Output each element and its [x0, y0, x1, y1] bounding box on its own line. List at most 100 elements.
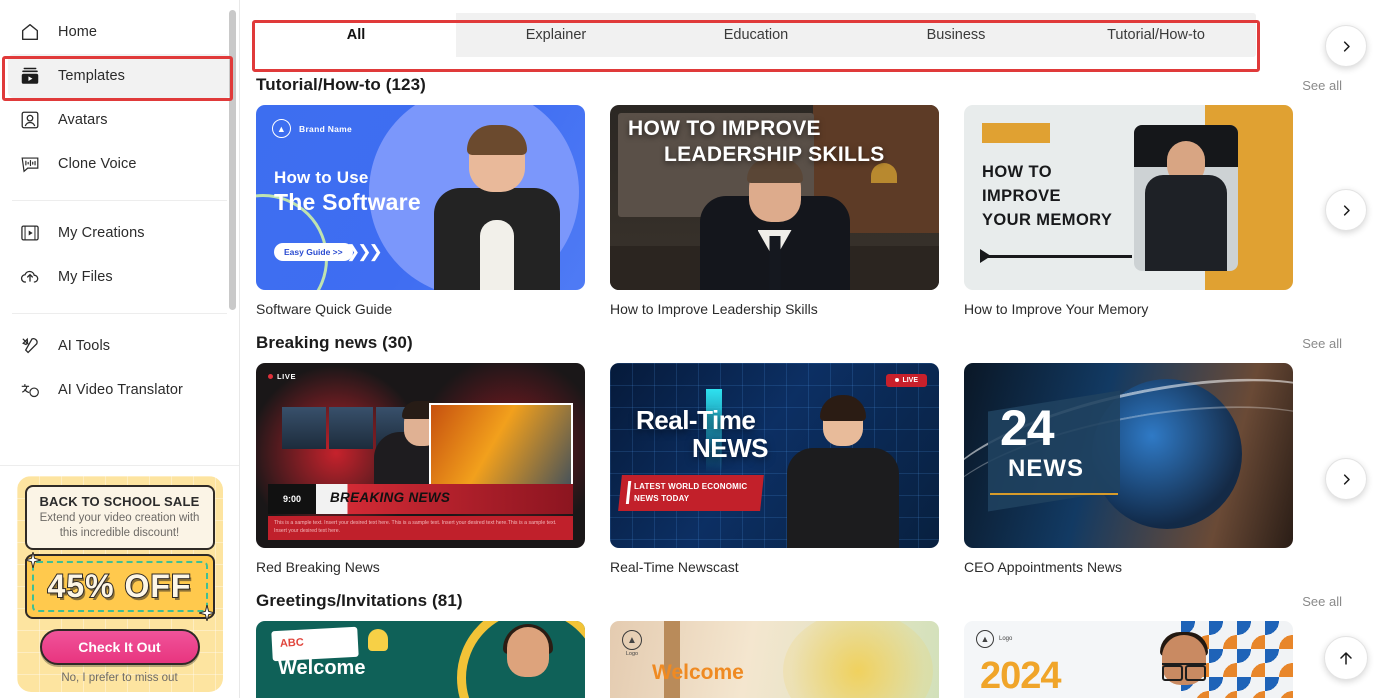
sidebar-item-label: AI Tools: [58, 338, 110, 354]
card-title: Software Quick Guide: [256, 301, 585, 317]
template-card[interactable]: ▲ Brand Name How to Use The Software Eas…: [256, 105, 585, 317]
card-thumbnail: HOW TO IMPROVE LEADERSHIP SKILLS: [610, 105, 939, 290]
thumb-line-3: YOUR MEMORY: [982, 211, 1112, 230]
tab-all[interactable]: All: [256, 13, 456, 57]
template-card[interactable]: LIVE Real-Time NEWS LATEST WORLD ECONOMI…: [610, 363, 939, 575]
thumb-line-1: Real-Time: [636, 405, 755, 436]
creations-icon: [18, 221, 42, 245]
chevron-right-icon: [1339, 472, 1354, 487]
template-card[interactable]: LIVE 9:00 BREAKING NEWS This is a sample…: [256, 363, 585, 575]
sidebar-item-clone-voice[interactable]: Clone Voice: [8, 142, 231, 186]
sidebar-item-label: My Files: [58, 269, 113, 285]
promo-card: BACK TO SCHOOL SALE Extend your video cr…: [17, 476, 223, 692]
template-card[interactable]: HOW TO IMPROVE LEADERSHIP SKILLS How to …: [610, 105, 939, 317]
arrow-up-icon: [1336, 648, 1356, 668]
sidebar-item-my-files[interactable]: My Files: [8, 255, 231, 299]
chevron-right-icon: [1339, 39, 1354, 54]
section-tutorial-how-to: Tutorial/How-to (123) See all ▲ Brand Na…: [240, 75, 1386, 317]
sidebar-group-library: My Creations My Files: [0, 211, 239, 305]
promo-dismiss-link[interactable]: No, I prefer to miss out: [25, 672, 215, 684]
sidebar-scrollbar[interactable]: [229, 10, 236, 310]
section-title: Greetings/Invitations (81): [256, 591, 463, 611]
tab-education[interactable]: Education: [656, 13, 856, 57]
section-title: Breaking news (30): [256, 333, 413, 353]
promo-subtitle: Extend your video creation with this inc…: [33, 511, 207, 540]
promo-card-container: BACK TO SCHOOL SALE Extend your video cr…: [0, 465, 239, 698]
voice-icon: [18, 152, 42, 176]
tools-icon: [18, 334, 42, 358]
live-badge: LIVE: [268, 372, 296, 381]
sidebar-item-ai-tools[interactable]: AI Tools: [8, 324, 231, 368]
card-title: How to Improve Leadership Skills: [610, 301, 939, 317]
sidebar: Home Templates Avatars: [0, 0, 240, 698]
section-title: Tutorial/How-to (123): [256, 75, 426, 95]
promo-title: BACK TO SCHOOL SALE: [33, 494, 207, 509]
template-card[interactable]: ▲Logo Welcome: [610, 621, 939, 698]
see-all-link[interactable]: See all: [1302, 78, 1342, 93]
thumb-line-1: Welcome: [278, 657, 365, 680]
sidebar-item-label: AI Video Translator: [58, 382, 183, 398]
brand-logo-icon: ▲: [272, 119, 291, 138]
template-card[interactable]: HOW TO IMPROVE YOUR MEMORY How to Improv…: [964, 105, 1293, 317]
section-breaking-news: Breaking news (30) See all LIVE 9:00 BRE…: [240, 333, 1386, 575]
promo-discount-value: 45% OFF: [36, 568, 204, 605]
see-all-link[interactable]: See all: [1302, 594, 1342, 609]
sidebar-item-label: Home: [58, 24, 97, 40]
sidebar-item-avatars[interactable]: Avatars: [8, 98, 231, 142]
sidebar-divider-2: [12, 313, 227, 314]
card-thumbnail: LIVE Real-Time NEWS LATEST WORLD ECONOMI…: [610, 363, 939, 548]
card-title: Real-Time Newscast: [610, 559, 939, 575]
sidebar-group-primary: Home Templates Avatars: [0, 10, 239, 192]
sparkle-icon: [25, 552, 41, 568]
promo-discount-banner: 45% OFF: [25, 554, 215, 619]
row-next-button[interactable]: [1325, 458, 1367, 500]
tab-business[interactable]: Business: [856, 13, 1056, 57]
sidebar-item-label: Avatars: [58, 112, 108, 128]
scroll-to-top-button[interactable]: [1324, 636, 1368, 680]
tab-tutorial-how-to[interactable]: Tutorial/How-to: [1056, 13, 1256, 57]
section-header: Greetings/Invitations (81) See all: [256, 591, 1386, 611]
sparkle-icon: [199, 605, 215, 621]
tab-explainer[interactable]: Explainer: [456, 13, 656, 57]
thumb-line-1: HOW TO: [982, 163, 1052, 182]
tabs-next-button[interactable]: [1325, 25, 1367, 67]
thumb-band-text: LATEST WORLD ECONOMIC NEWS TODAY: [634, 481, 754, 505]
thumb-note-text: ABC: [280, 637, 304, 650]
live-badge: LIVE: [886, 374, 927, 387]
double-chevron-icon: ❯❯❯: [346, 242, 380, 262]
home-icon: [18, 20, 42, 44]
category-tabs-row: All Explainer Education Business Tutoria…: [240, 11, 1386, 59]
app-root: Home Templates Avatars: [0, 0, 1386, 698]
see-all-link[interactable]: See all: [1302, 336, 1342, 351]
thumb-line-2: The Software: [274, 189, 421, 216]
thumb-brand: ▲ Brand Name: [272, 119, 352, 138]
thumb-headline: BREAKING NEWS: [330, 490, 450, 505]
card-thumbnail: ▲Logo 2024: [964, 621, 1293, 698]
template-card[interactable]: ABC Welcome: [256, 621, 585, 698]
template-card[interactable]: ▲Logo 2024: [964, 621, 1293, 698]
sidebar-item-label: Templates: [58, 68, 125, 84]
thumb-line-2: IMPROVE: [982, 187, 1061, 206]
logo-icon: ▲: [976, 630, 994, 648]
thumb-line-1: Welcome: [652, 661, 744, 685]
row-next-button[interactable]: [1325, 189, 1367, 231]
template-card[interactable]: 24 NEWS CEO Appointments News: [964, 363, 1293, 575]
category-tabs: All Explainer Education Business Tutoria…: [256, 13, 1256, 57]
section-header: Breaking news (30) See all: [256, 333, 1386, 353]
main-content: All Explainer Education Business Tutoria…: [240, 0, 1386, 698]
card-title: CEO Appointments News: [964, 559, 1293, 575]
card-thumbnail: ▲ Brand Name How to Use The Software Eas…: [256, 105, 585, 290]
card-thumbnail: HOW TO IMPROVE YOUR MEMORY: [964, 105, 1293, 290]
sidebar-item-my-creations[interactable]: My Creations: [8, 211, 231, 255]
sidebar-item-ai-video-translator[interactable]: AI Video Translator: [8, 368, 231, 410]
sidebar-item-templates[interactable]: Templates: [8, 54, 231, 98]
card-title: Red Breaking News: [256, 559, 585, 575]
upload-cloud-icon: [18, 265, 42, 289]
thumb-pill: Easy Guide >>: [274, 243, 353, 261]
thumb-line-1: How to Use: [274, 168, 369, 188]
thumb-ticker: This is a sample text. Insert your desir…: [268, 516, 573, 540]
sidebar-nav: Home Templates Avatars: [0, 0, 239, 410]
promo-cta-button[interactable]: Check It Out: [40, 629, 200, 665]
thumb-line-1: 2024: [980, 655, 1061, 698]
sidebar-item-home[interactable]: Home: [8, 10, 231, 54]
